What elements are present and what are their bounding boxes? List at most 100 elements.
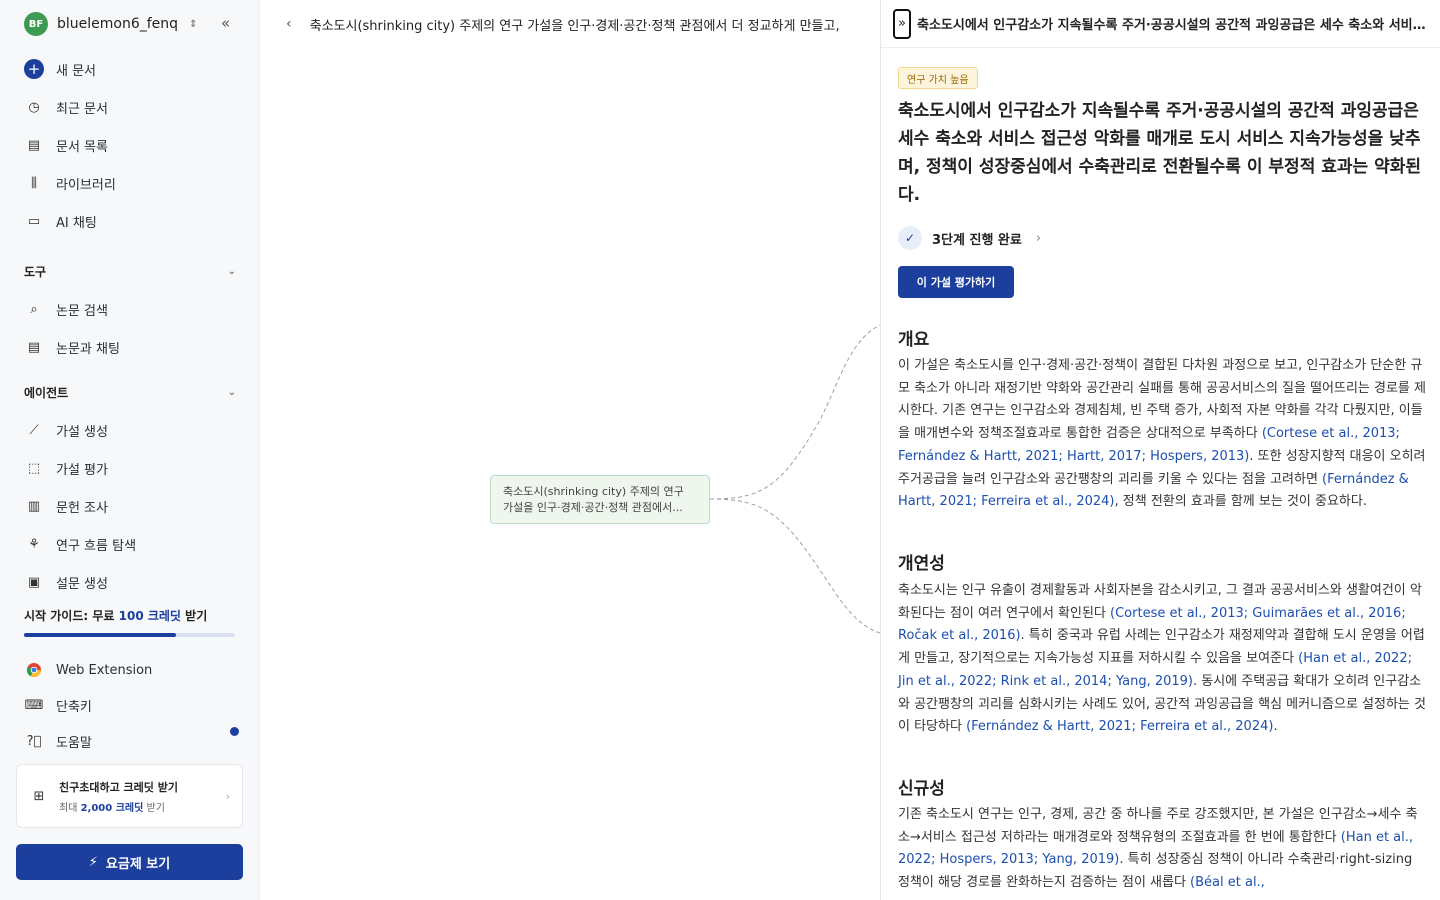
nav-hypothesis-evaluation[interactable]: ⬚ 가설 평가 [24,458,108,478]
invite-title: 친구초대하고 크레딧 받기 [59,780,178,794]
chrome-icon [24,660,44,680]
section-body-overview: 이 가설은 축소도시를 인구·경제·공간·정책이 결합된 다차원 과정으로 보고… [898,355,1426,514]
avatar: BF [24,12,48,36]
chevron-up-down-icon: ⇕ [189,18,198,30]
nav-label: 도움말 [56,735,92,751]
section-agents[interactable]: 에이전트 ⌄ [24,384,236,401]
nav-label: 문헌 조사 [56,500,108,516]
nav-label: 논문과 채팅 [56,341,120,357]
guide-text: 시작 가이드: 무료 [24,609,119,623]
nav-research-flow[interactable]: ⚘ 연구 흐름 탐색 [24,534,136,554]
clipboard-icon: ▣ [27,574,41,590]
nav-label: 가설 생성 [56,424,108,440]
step-status[interactable]: ✓ 3단계 진행 완료 › [898,226,1041,250]
view-plans-button[interactable]: ⚡ 요금제 보기 [16,844,243,880]
nav-label: 문서 목록 [56,139,108,155]
nav-label: 논문 검색 [56,303,108,319]
nav-label: 단축키 [56,699,92,715]
nav-literature-review[interactable]: ▥ 문헌 조사 [24,496,108,516]
nav-survey-generation[interactable]: ▣ 설문 생성 [24,572,108,592]
section-tools[interactable]: 도구 ⌄ [24,263,236,280]
nav-label: 최근 문서 [56,101,108,117]
nav-recent-documents[interactable]: ◷ 최근 문서 [24,97,108,117]
chevron-right-icon: › [225,789,230,803]
nav-label: 새 문서 [56,63,97,79]
section-heading-novelty: 신규성 [898,779,945,799]
invite-sub-amount: 2,000 크레딧 [80,802,144,814]
expand-panel-icon[interactable]: » [893,8,911,39]
gift-icon: ⊞ [33,788,45,804]
nav-label: 연구 흐름 탐색 [56,538,137,554]
nav-new-document[interactable]: + 새 문서 [24,59,96,79]
library-icon: ⫼ [31,175,37,191]
citation-link[interactable]: (Béal et al., [1190,875,1265,890]
nav-label: 라이브러리 [56,177,116,193]
invite-subtitle: 최대 2,000 크레딧 받기 [59,799,178,814]
step-status-label: 3단계 진행 완료 [932,232,1022,248]
username: bluelemon6_fenq [57,16,179,32]
section-title: 도구 [24,265,47,279]
chat-icon: ▭ [27,213,41,229]
hypothesis-panel: » 축소도시에서 인구감소가 지속될수록 주거·공공시설의 공간적 과잉공급은 … [880,0,1440,900]
nav-label: AI 채팅 [56,215,97,231]
nav-label: 설문 생성 [56,576,108,592]
nav-help[interactable]: ?⃝ 도움말 [24,731,92,751]
guide-text-suffix: 받기 [180,609,208,623]
plus-circle-icon: + [24,59,44,79]
mindmap-edges [709,324,880,634]
nav-web-extension[interactable]: Web Extension [24,660,152,680]
section-heading-plausibility: 개연성 [898,554,945,574]
wand-icon: ⟋ [29,422,39,438]
section-body-novelty: 기존 축소도시 연구는 인구, 경제, 공간 중 하나를 주로 강조했지만, 본… [898,804,1426,895]
chevron-down-icon: ⌄ [227,266,236,277]
guide-progress-fill [24,633,176,637]
view-plans-label: 요금제 보기 [105,856,171,872]
nav-shortcuts[interactable]: ⌨ 단축키 [24,695,92,715]
collapse-sidebar-icon[interactable]: « [221,14,230,32]
invite-sub-suffix: 받기 [143,802,165,814]
mindmap-canvas[interactable]: ‹ 축소도시(shrinking city) 주제의 연구 가설을 인구·경제·… [260,0,880,900]
citation-link[interactable]: (Fernández & Hartt, 2021; Ferreira et al… [966,719,1273,734]
research-value-badge: 연구 가치 높음 [898,67,978,89]
hypothesis-statement: 축소도시에서 인구감소가 지속될수록 주거·공공시설의 공간적 과잉공급은 세수… [898,101,1422,205]
nav-chat-with-paper[interactable]: ▤ 논문과 채팅 [24,337,120,357]
paragraph-text: . [1273,719,1278,735]
chevron-right-icon: › [1035,230,1042,246]
section-body-plausibility: 축소도시는 인구 유출이 경제활동과 사회자본을 감소시키고, 그 결과 공공서… [898,580,1426,739]
account-switcher[interactable]: BF bluelemon6_fenq ⇕ [24,12,197,36]
section-heading-overview: 개요 [898,330,930,350]
nav-label: 가설 평가 [56,462,108,478]
keyboard-icon: ⌨ [24,697,44,713]
start-guide[interactable]: 시작 가이드: 무료 100 크레딧 받기 [24,607,207,624]
paragraph-text: , 정책 전환의 효과를 함께 보는 것이 중요하다. [1114,494,1367,510]
literature-icon: ▥ [27,498,41,514]
search-icon: ⌕ [30,301,38,317]
nav-paper-search[interactable]: ⌕ 논문 검색 [24,299,108,319]
notification-dot [230,727,239,736]
nav-label: Web Extension [56,662,153,678]
clock-icon: ◷ [28,99,40,115]
nav-library[interactable]: ⫼ 라이브러리 [24,173,116,193]
check-icon: ✓ [898,226,922,250]
evaluate-hypothesis-button[interactable]: 이 가설 평가하기 [898,266,1014,298]
chevron-down-icon: ⌄ [227,387,236,398]
panel-header: » 축소도시에서 인구감소가 지속될수록 주거·공공시설의 공간적 과잉공급은 … [881,0,1440,48]
dashed-box-icon: ⬚ [27,460,41,476]
help-icon: ?⃝ [26,733,42,749]
panel-header-title: 축소도시에서 인구감소가 지속될수록 주거·공공시설의 공간적 과잉공급은 세수… [917,18,1432,33]
nav-hypothesis-generation[interactable]: ⟋ 가설 생성 [24,420,108,440]
invite-friends-card[interactable]: ⊞ 친구초대하고 크레딧 받기 최대 2,000 크레딧 받기 › [16,764,243,828]
paragraph-text: 기존 축소도시 연구는 인구, 경제, 공간 중 하나를 주로 강조했지만, 본… [898,807,1418,845]
lightning-icon: ⚡ [88,854,98,870]
guide-credits: 100 크레딧 [118,609,181,623]
guide-progress-bar [24,633,235,637]
mindmap-node-root[interactable]: 축소도시(shrinking city) 주제의 연구 가설을 인구·경제·공간… [490,475,710,524]
section-title: 에이전트 [24,386,69,400]
sidebar: BF bluelemon6_fenq ⇕ « + 새 문서 ◷ 최근 문서 ▤ … [0,0,260,900]
document-icon: ▤ [27,137,41,153]
flow-icon: ⚘ [28,536,40,552]
nav-document-list[interactable]: ▤ 문서 목록 [24,135,108,155]
invite-sub-prefix: 최대 [59,802,81,814]
paper-chat-icon: ▤ [27,339,41,355]
nav-ai-chat[interactable]: ▭ AI 채팅 [24,211,97,231]
